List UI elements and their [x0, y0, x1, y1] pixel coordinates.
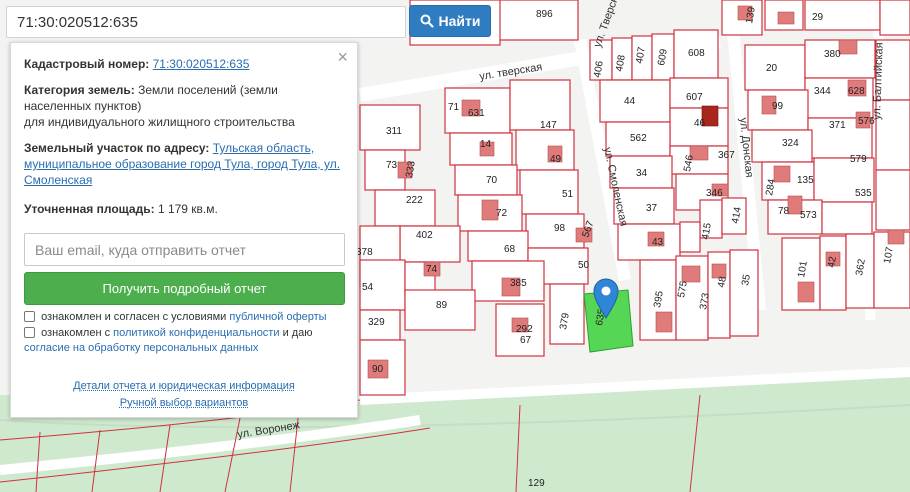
- plot-label: 98: [554, 223, 566, 234]
- offer-consent-checkbox[interactable]: [24, 311, 35, 322]
- address-label: Земельный участок по адресу:: [24, 141, 210, 155]
- plot-info-panel: × Кадастровый номер: 71:30:020512:635 Ка…: [10, 42, 358, 418]
- plot-label: 20: [766, 63, 778, 74]
- plot-label: 73: [386, 160, 398, 171]
- plot-label: 50: [578, 260, 590, 271]
- plot-label: 628: [848, 86, 865, 97]
- search-button[interactable]: Найти: [409, 5, 491, 37]
- plot-label: 367: [718, 150, 735, 161]
- plot-label: 380: [824, 49, 841, 60]
- area-value: 1 179 кв.м.: [157, 202, 218, 216]
- offer-consent-row: ознакомлен и согласен с условиями публич…: [24, 310, 347, 325]
- get-report-button[interactable]: Получить подробный отчет: [24, 272, 345, 305]
- plot-label: 70: [486, 175, 498, 186]
- plot-label: 71: [448, 102, 460, 113]
- public-offer-link[interactable]: публичной оферты: [229, 311, 326, 323]
- cadastral-number-link[interactable]: 71:30:020512:635: [153, 57, 250, 71]
- area-row: Уточненная площадь: 1 179 кв.м.: [24, 201, 343, 217]
- plot-label: 402: [416, 230, 433, 241]
- plot-label: 344: [814, 86, 831, 97]
- privacy-consent-checkbox[interactable]: [24, 327, 35, 338]
- plot-label: 378: [356, 247, 373, 258]
- plot-label: 46: [694, 118, 706, 129]
- plot-label: 608: [688, 48, 705, 59]
- offer-consent-text: ознакомлен и согласен с условиями: [41, 311, 227, 323]
- plot-label: 49: [550, 154, 562, 165]
- plot-label: 34: [636, 168, 648, 179]
- cadastral-number-row: Кадастровый номер: 71:30:020512:635: [24, 56, 343, 72]
- plot-label: 37: [646, 203, 658, 214]
- address-row: Земельный участок по адресу: Тульская об…: [24, 140, 343, 188]
- plot-label: 72: [496, 208, 508, 219]
- land-usage-value: для индивидуального жилищного строительс…: [24, 115, 295, 129]
- plot-label: 222: [406, 195, 423, 206]
- plot-label: 607: [686, 92, 703, 103]
- personal-data-consent-link[interactable]: согласие на обработку персональных данны…: [24, 342, 258, 354]
- plot-label: 562: [630, 133, 647, 144]
- email-field[interactable]: [24, 233, 345, 266]
- search-icon: [420, 14, 434, 28]
- plot-label: 311: [386, 126, 402, 137]
- plot-label: 147: [540, 120, 557, 131]
- plot-label: 44: [624, 96, 636, 107]
- plot-label: 74: [426, 264, 438, 275]
- plot-label: 346: [706, 188, 723, 199]
- plot-label: 535: [855, 188, 872, 199]
- area-label: Уточненная площадь:: [24, 202, 155, 216]
- cadastral-number-label: Кадастровый номер:: [24, 57, 150, 71]
- plot-label: 129: [528, 478, 545, 489]
- plot-label: 579: [850, 154, 867, 165]
- plot-label: 68: [504, 244, 516, 255]
- privacy-consent-text: ознакомлен с: [41, 327, 111, 339]
- plot-label: 51: [562, 189, 574, 200]
- plot-label: 896: [536, 9, 553, 20]
- plot-label: 43: [652, 237, 664, 248]
- privacy-policy-link[interactable]: политикой конфиденциальности: [113, 327, 279, 339]
- plot-label: 67: [520, 335, 532, 346]
- cadastral-search-bar: [6, 6, 406, 38]
- privacy-consent-row: ознакомлен с политикой конфиденциальност…: [24, 326, 347, 356]
- plot-label: 292: [516, 324, 533, 335]
- plot-label: 371: [829, 120, 846, 131]
- plot-label: 135: [797, 175, 814, 186]
- plot-label: 89: [436, 300, 448, 311]
- plot-label: 324: [782, 138, 799, 149]
- plot-label: 54: [362, 282, 374, 293]
- search-input[interactable]: [7, 7, 405, 37]
- plot-label: 385: [510, 278, 527, 289]
- plot-label: 99: [772, 101, 784, 112]
- report-details-link[interactable]: Детали отчета и юридическая информация: [11, 380, 357, 392]
- plot-label: 90: [372, 364, 384, 375]
- plot-label: 14: [480, 139, 492, 150]
- plot-label: 573: [800, 210, 817, 221]
- plot-label: 631: [468, 108, 485, 119]
- manual-selection-link[interactable]: Ручной выбор вариантов: [11, 397, 357, 409]
- search-button-label: Найти: [438, 13, 481, 29]
- plot-label: 29: [812, 12, 824, 23]
- land-category-row: Категория земель: Земли поселений (земли…: [24, 82, 343, 130]
- get-report-button-label: Получить подробный отчет: [102, 281, 267, 296]
- plot-label: 78: [778, 206, 790, 217]
- plot-label: 329: [368, 317, 385, 328]
- land-category-label: Категория земель:: [24, 83, 135, 97]
- privacy-consent-mid: и даю: [282, 327, 313, 339]
